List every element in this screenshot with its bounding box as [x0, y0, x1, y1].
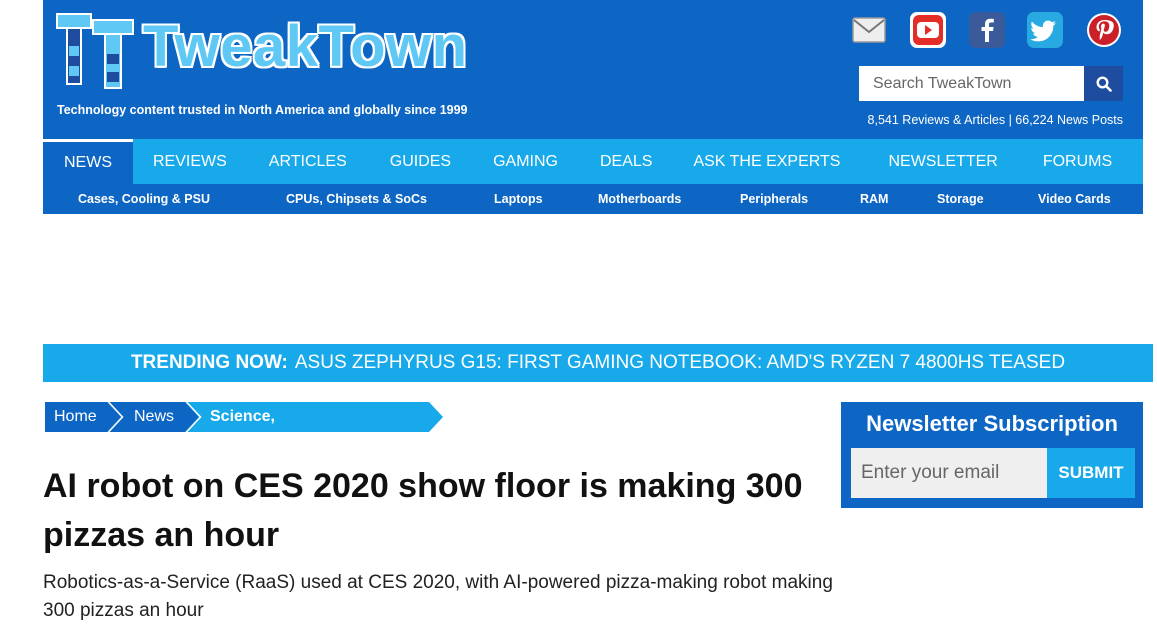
- trending-bar: TRENDING NOW: ASUS ZEPHYRUS G15: FIRST G…: [43, 344, 1153, 382]
- article-subtitle: Robotics-as-a-Service (RaaS) used at CES…: [43, 572, 833, 621]
- nav-articles[interactable]: ARTICLES: [249, 139, 369, 184]
- mail-icon[interactable]: [851, 12, 887, 48]
- search-button[interactable]: [1084, 66, 1123, 101]
- breadcrumb-science-space-robotics[interactable]: Science, Space & Robotics: [201, 402, 278, 485]
- newsletter-box: Newsletter Subscription SUBMIT: [841, 402, 1143, 508]
- newsletter-title: Newsletter Subscription: [866, 411, 1118, 436]
- trending-link[interactable]: ASUS ZEPHYRUS G15: FIRST GAMING NOTEBOOK…: [295, 352, 1065, 374]
- trending-label: TRENDING NOW:: [130, 352, 288, 373]
- nav-deals[interactable]: DEALS: [579, 139, 673, 184]
- subnav-peripherals[interactable]: Peripherals: [740, 184, 808, 214]
- newsletter-submit-button[interactable]: SUBMIT: [1047, 448, 1135, 498]
- breadcrumb-news[interactable]: News: [125, 402, 174, 432]
- brand-name[interactable]: TweakTown: [143, 12, 468, 82]
- nav-guides[interactable]: GUIDES: [369, 139, 472, 184]
- search-input[interactable]: [859, 66, 1084, 101]
- search-icon: [1095, 75, 1112, 92]
- tweaktown-logo-icon[interactable]: [55, 6, 137, 94]
- newsletter-email-input[interactable]: [851, 448, 1047, 498]
- subnav-laptops[interactable]: Laptops: [494, 184, 543, 214]
- twitter-icon[interactable]: [1027, 12, 1063, 48]
- breadcrumb-home[interactable]: Home: [45, 402, 97, 432]
- subnav-cases-cooling-psu[interactable]: Cases, Cooling & PSU: [78, 184, 210, 214]
- article-title: AI robot on CES 2020 show floor is makin…: [43, 467, 803, 554]
- sub-nav: Cases, Cooling & PSU CPUs, Chipsets & So…: [43, 184, 1143, 214]
- subnav-storage[interactable]: Storage: [937, 184, 984, 214]
- nav-reviews[interactable]: REVIEWS: [133, 139, 249, 184]
- subnav-cpus-chipsets-socs[interactable]: CPUs, Chipsets & SoCs: [286, 184, 427, 214]
- tagline: Technology content trusted in North Amer…: [57, 103, 468, 117]
- main-nav: NEWS REVIEWS ARTICLES GUIDES GAMING DEAL…: [43, 139, 1143, 184]
- site-stats: 8,541 Reviews & Articles | 66,224 News P…: [867, 113, 1123, 127]
- nav-gaming[interactable]: GAMING: [472, 139, 579, 184]
- nav-newsletter[interactable]: NEWSLETTER: [864, 139, 1021, 184]
- pinterest-icon[interactable]: [1086, 12, 1122, 48]
- youtube-icon[interactable]: [910, 12, 946, 48]
- nav-ask-the-experts[interactable]: ASK THE EXPERTS: [673, 139, 864, 184]
- subnav-motherboards[interactable]: Motherboards: [598, 184, 681, 214]
- nav-news[interactable]: NEWS: [43, 139, 133, 184]
- subnav-video-cards[interactable]: Video Cards: [1038, 184, 1111, 214]
- nav-forums[interactable]: FORUMS: [1022, 139, 1133, 184]
- site-header: TweakTown Technology content trusted in …: [43, 0, 1143, 139]
- subnav-ram[interactable]: RAM: [860, 184, 888, 214]
- facebook-icon[interactable]: [969, 12, 1005, 48]
